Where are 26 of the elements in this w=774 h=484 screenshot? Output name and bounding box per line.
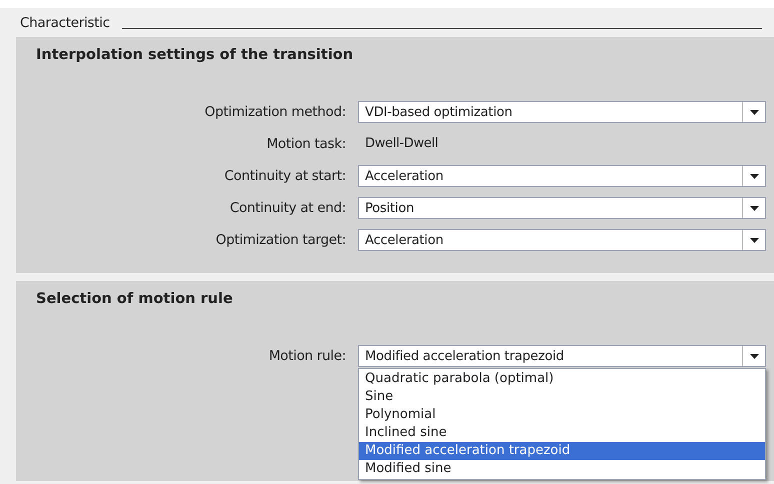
dropdown[interactable]: Acceleration bbox=[358, 229, 766, 251]
dropdown-option[interactable]: Modified acceleration trapezoid bbox=[359, 442, 765, 460]
dropdown-option[interactable]: Inclined sine bbox=[359, 424, 765, 442]
dropdown[interactable]: VDI-based optimization bbox=[358, 101, 766, 123]
field-label: Motion task: bbox=[266, 135, 347, 154]
caret-icon bbox=[750, 110, 758, 114]
field-value: Dwell-Dwell bbox=[364, 135, 438, 153]
caret-icon bbox=[750, 354, 758, 358]
field-label: Optimization method: bbox=[204, 103, 347, 122]
dropdown[interactable]: Modified acceleration trapezoid bbox=[358, 345, 766, 367]
dropdown-option[interactable]: Sine bbox=[359, 388, 765, 406]
field-label: Optimization target: bbox=[214, 231, 347, 250]
panel-title: Interpolation settings of the transition bbox=[35, 46, 354, 65]
dropdown-option[interactable]: Modified sine bbox=[359, 460, 765, 478]
caret-icon bbox=[750, 174, 758, 178]
dropdown[interactable]: Position bbox=[358, 197, 766, 219]
field-label: Motion rule: bbox=[268, 347, 347, 366]
dropdown-option[interactable]: Quadratic parabola (optimal) bbox=[359, 370, 765, 388]
caret-icon bbox=[750, 238, 758, 242]
panel-title: Selection of motion rule bbox=[35, 290, 234, 309]
field-label: Continuity at end: bbox=[228, 199, 347, 218]
dropdown-option[interactable]: Polynomial bbox=[359, 406, 765, 424]
caret-icon bbox=[750, 206, 758, 210]
section-title: Characteristic bbox=[20, 15, 110, 33]
field-label: Continuity at start: bbox=[223, 167, 347, 186]
dropdown[interactable]: Acceleration bbox=[358, 165, 766, 187]
